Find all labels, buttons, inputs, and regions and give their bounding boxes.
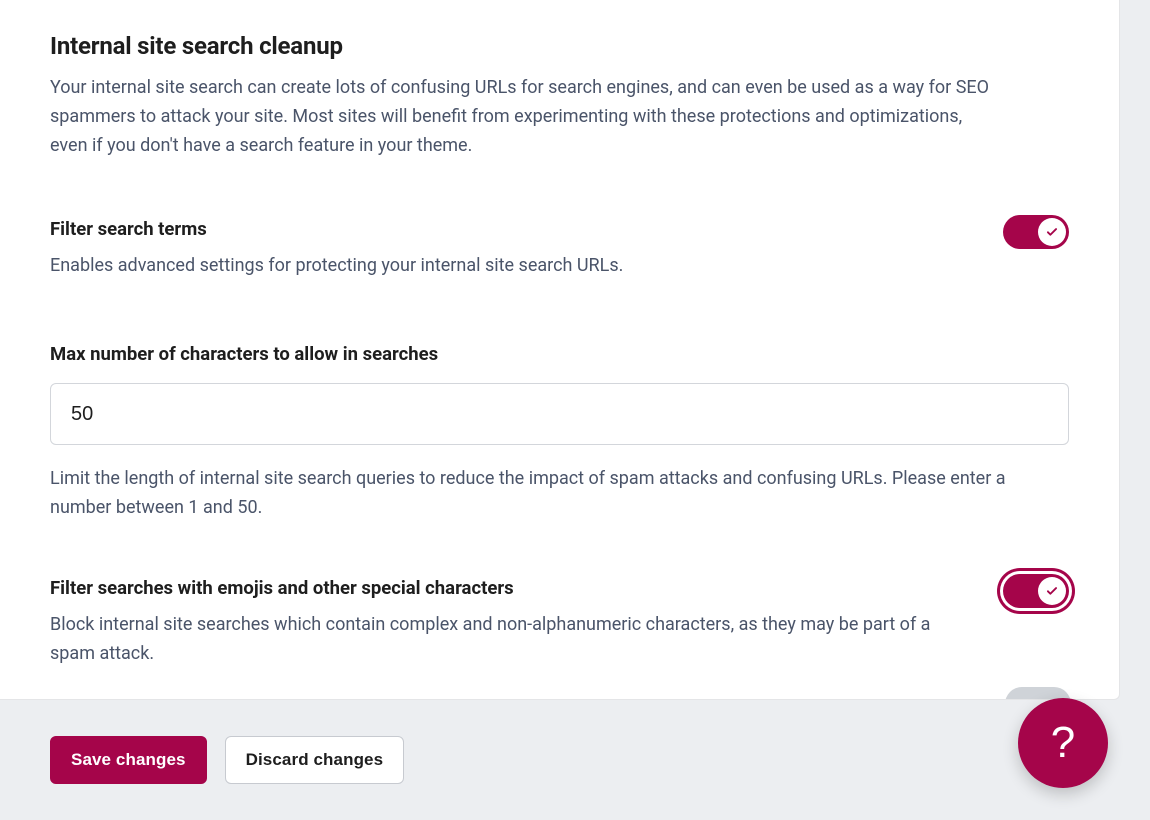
setting-help: Limit the length of internal site search… bbox=[50, 465, 1069, 523]
setting-label: Max number of characters to allow in sea… bbox=[50, 343, 1069, 365]
setting-label: Filter search terms bbox=[50, 218, 623, 240]
help-icon: ? bbox=[1051, 718, 1075, 768]
max-chars-input[interactable] bbox=[50, 383, 1069, 445]
setting-filter-emoji: Filter searches with emojis and other sp… bbox=[50, 577, 1069, 669]
setting-max-chars: Max number of characters to allow in sea… bbox=[50, 343, 1069, 523]
check-icon bbox=[1045, 225, 1059, 239]
help-fab[interactable]: ? bbox=[1018, 698, 1108, 788]
check-icon bbox=[1045, 584, 1059, 598]
setting-help: Enables advanced settings for protecting… bbox=[50, 252, 623, 281]
section-description: Your internal site search can create lot… bbox=[50, 74, 990, 160]
footer-action-bar: Save changes Discard changes bbox=[0, 700, 1120, 820]
page-canvas: Internal site search cleanup Your intern… bbox=[0, 0, 1150, 820]
section-title: Internal site search cleanup bbox=[50, 32, 1069, 60]
toggle-knob bbox=[1038, 218, 1066, 246]
setting-filter-search-terms: Filter search terms Enables advanced set… bbox=[50, 218, 1069, 281]
discard-button[interactable]: Discard changes bbox=[225, 736, 405, 784]
setting-label: Filter searches with emojis and other sp… bbox=[50, 577, 965, 599]
filter-emoji-toggle[interactable] bbox=[1003, 574, 1069, 608]
settings-panel: Internal site search cleanup Your intern… bbox=[0, 0, 1120, 700]
setting-help: Block internal site searches which conta… bbox=[50, 611, 965, 669]
filter-search-terms-toggle[interactable] bbox=[1003, 215, 1069, 249]
save-button[interactable]: Save changes bbox=[50, 736, 207, 784]
toggle-knob bbox=[1038, 577, 1066, 605]
